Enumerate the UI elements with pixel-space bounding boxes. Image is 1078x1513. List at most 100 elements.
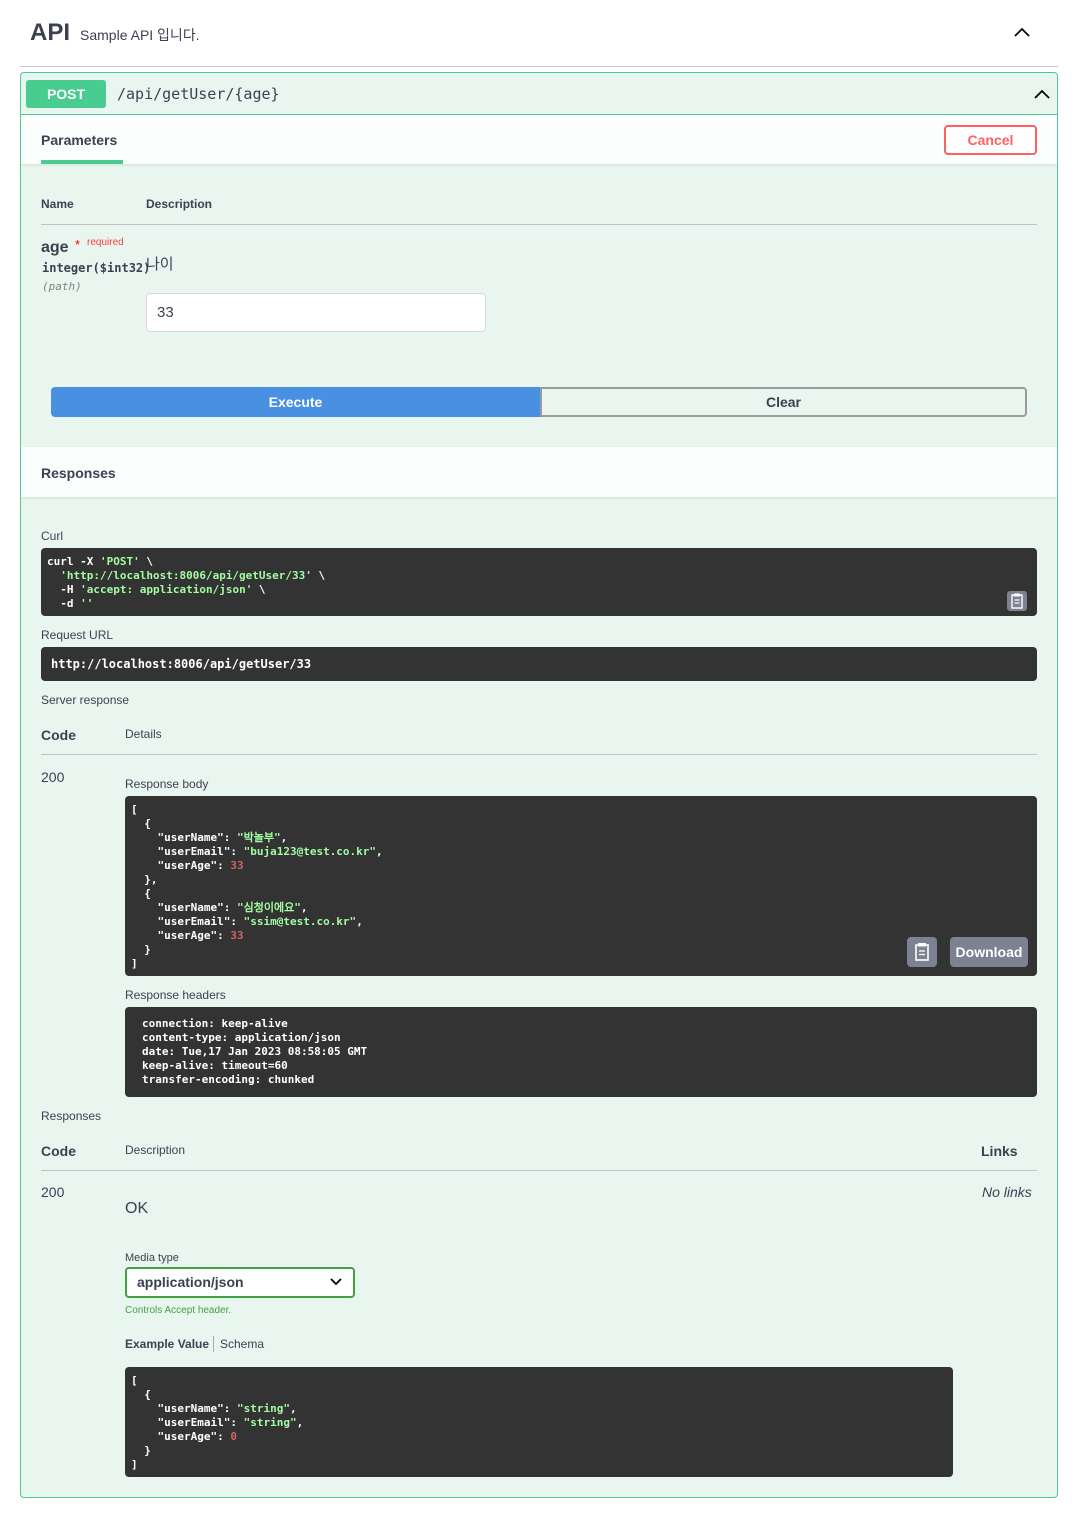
tag-header[interactable]: API Sample API 입니다.: [20, 0, 1058, 67]
col-name: Name: [41, 197, 74, 211]
code-line: content-type: application/json: [142, 1031, 1020, 1045]
code-key: "userAge":: [131, 1430, 231, 1443]
code-line: keep-alive: timeout=60: [142, 1059, 1020, 1073]
request-url-label: Request URL: [41, 628, 114, 642]
code-line: }: [131, 1444, 947, 1458]
divider: [41, 754, 1037, 755]
response-headers-label: Response headers: [125, 988, 226, 1002]
code-line: "userName": "박놀부",: [131, 831, 1031, 845]
example-value: [ { "userName": "string", "userEmail": "…: [125, 1367, 953, 1477]
code-string: "string": [243, 1416, 297, 1429]
code-text: {: [131, 1388, 151, 1401]
parameters-header: Parameters Cancel: [21, 115, 1057, 164]
param-name: age: [41, 239, 69, 256]
code-text: ,: [280, 831, 288, 844]
code-string: "ssim@test.co.kr": [243, 915, 357, 928]
col-code: Code: [41, 727, 76, 743]
code-key: "userAge":: [131, 929, 231, 942]
code-text: ,: [289, 1402, 297, 1415]
tab-example-value[interactable]: Example Value: [125, 1337, 209, 1351]
tag-description: Sample API 입니다.: [80, 26, 200, 43]
code-line: connection: keep-alive: [142, 1017, 1020, 1031]
col-description: Description: [146, 197, 213, 211]
required-label: required: [87, 237, 124, 248]
code-string: "박놀부": [236, 831, 281, 844]
clear-button[interactable]: Clear: [540, 387, 1027, 417]
cancel-button[interactable]: Cancel: [944, 125, 1037, 155]
code-line: [: [131, 1374, 947, 1388]
opblock-summary[interactable]: POST /api/getUser/{age}: [21, 73, 1057, 115]
code-line: },: [131, 873, 1031, 887]
response-description: OK: [125, 1200, 149, 1217]
tab-schema[interactable]: Schema: [220, 1337, 264, 1351]
code-text: \: [252, 583, 266, 596]
code-key: "userAge":: [131, 859, 231, 872]
code-text: ,: [300, 901, 308, 914]
response-code: 200: [41, 1184, 65, 1200]
copy-icon[interactable]: [1007, 591, 1027, 611]
header-line: keep-alive: timeout=60: [142, 1059, 288, 1072]
code-text: ]: [131, 1458, 138, 1471]
code-line: "userName": "string",: [131, 1402, 947, 1416]
code-key: "userEmail":: [131, 845, 244, 858]
param-type: integer($int32): [42, 261, 151, 275]
code-line: date: Tue,17 Jan 2023 08:58:05 GMT: [142, 1045, 1020, 1059]
media-type-hint: Controls Accept header.: [125, 1305, 232, 1316]
code-line: -d '': [47, 597, 1031, 611]
code-text: [: [131, 803, 138, 816]
code-text: \: [139, 555, 153, 568]
operation-path: /api/getUser/{age}: [117, 84, 280, 103]
code-line: "userAge": 33: [131, 859, 1031, 873]
code-number: 0: [230, 1430, 237, 1443]
response-headers: connection: keep-alive content-type: appl…: [125, 1007, 1037, 1097]
required-star: *: [75, 237, 81, 252]
code-line: {: [131, 1388, 947, 1402]
col-links: Links: [981, 1143, 1018, 1159]
header-line: content-type: application/json: [142, 1031, 341, 1044]
code-text: -d: [47, 597, 81, 610]
header-line: transfer-encoding: chunked: [142, 1073, 315, 1086]
opblock-post: POST /api/getUser/{age} Parameters Cance…: [20, 72, 1058, 1498]
download-button[interactable]: Download: [950, 937, 1028, 967]
code-key: "userName":: [131, 831, 237, 844]
tag-title: API: [30, 19, 71, 46]
code-string: 'accept: application/json': [80, 583, 253, 596]
code-key: "userEmail":: [131, 915, 244, 928]
code-line: -H 'accept: application/json' \: [47, 583, 1031, 597]
code-line: "userEmail": "ssim@test.co.kr",: [131, 915, 1031, 929]
code-text: ]: [131, 957, 138, 970]
status-code: 200: [41, 769, 65, 785]
code-string: '': [80, 597, 94, 610]
media-type-select[interactable]: application/json: [125, 1267, 355, 1298]
code-number: 33: [230, 929, 244, 942]
copy-icon[interactable]: [907, 937, 937, 967]
execute-button[interactable]: Execute: [51, 387, 540, 417]
code-line: [: [131, 803, 1031, 817]
param-description: 나이: [146, 256, 174, 273]
age-input[interactable]: 33: [146, 293, 486, 332]
chevron-up-icon[interactable]: [1032, 84, 1052, 104]
divider: [41, 1170, 1037, 1171]
code-key: "userEmail":: [131, 1416, 244, 1429]
code-string: "string": [236, 1402, 290, 1415]
code-text: }: [131, 943, 151, 956]
code-text: \: [311, 569, 326, 582]
request-url: http://localhost:8006/api/getUser/33: [41, 647, 1037, 681]
header-line: date: Tue,17 Jan 2023 08:58:05 GMT: [142, 1045, 368, 1058]
media-type-label: Media type: [125, 1252, 179, 1264]
col-code: Code: [41, 1143, 76, 1159]
code-text: }: [131, 1444, 151, 1457]
method-badge: POST: [26, 79, 106, 108]
curl-code: curl -X 'POST' \ 'http://localhost:8006/…: [41, 548, 1037, 616]
code-string: 'POST': [99, 555, 140, 568]
chevron-up-icon[interactable]: [1012, 22, 1032, 42]
tab-parameters[interactable]: Parameters: [41, 115, 123, 164]
response-body: [ { "userName": "박놀부", "userEmail": "buj…: [125, 796, 1037, 976]
code-text: },: [131, 873, 158, 886]
chevron-down-icon: [330, 1278, 342, 1286]
col-description: Description: [125, 1143, 186, 1157]
server-response-label: Server response: [41, 693, 130, 707]
code-line: {: [131, 887, 1031, 901]
code-number: 33: [230, 859, 244, 872]
